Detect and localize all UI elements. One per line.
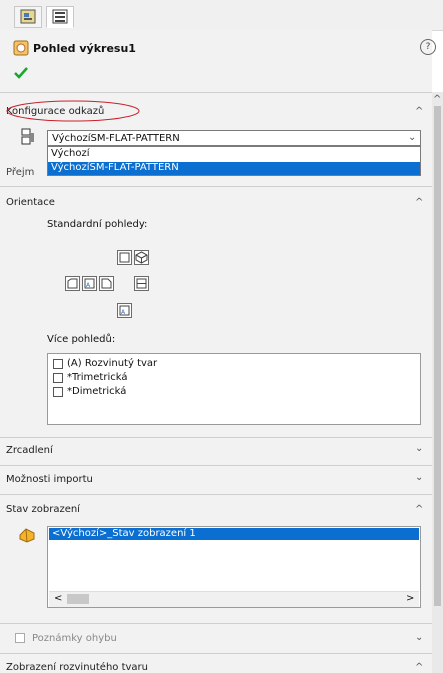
list-item: (A) Rozvinutý tvar: [67, 358, 158, 369]
section-title-rename[interactable]: Přejm: [6, 167, 34, 178]
scrollbar-thumb[interactable]: [67, 594, 89, 604]
drawing-view-icon: [13, 40, 29, 56]
more-views-list[interactable]: (A) Rozvinutý tvar *Trimetrická *Dimetri…: [47, 353, 421, 425]
configuration-icon: [21, 128, 34, 145]
section-title-bend-notes[interactable]: Poznámky ohybu: [32, 633, 117, 644]
right-view-icon: [101, 278, 112, 289]
chevron-down-icon[interactable]: ⌄: [415, 472, 423, 483]
checkbox[interactable]: [53, 373, 63, 383]
list-item-selected[interactable]: <Výchozí>_Stav zobrazení 1: [49, 528, 419, 540]
view-front-button[interactable]: A: [82, 276, 97, 291]
scroll-left-icon[interactable]: <: [54, 593, 62, 604]
left-view-icon: [67, 278, 78, 289]
configuration-combo[interactable]: VýchozíSM-FLAT-PATTERN ⌄: [47, 130, 421, 146]
dropdown-option[interactable]: Výchozí: [48, 148, 420, 161]
dropdown-option-label: Výchozí: [51, 148, 90, 159]
checkbox[interactable]: [53, 359, 63, 369]
view-top-button[interactable]: A: [117, 303, 132, 318]
display-state-list[interactable]: <Výchozí>_Stav zobrazení 1 < >: [47, 526, 421, 608]
feature-tree-icon: [20, 9, 36, 24]
tab-property-manager[interactable]: [46, 6, 74, 28]
scrollbar-thumb[interactable]: [434, 106, 441, 606]
front-view-icon: A: [84, 278, 95, 289]
section-title-orientation[interactable]: Orientace: [6, 197, 55, 208]
view-left-button[interactable]: [65, 276, 80, 291]
list-item: *Dimetrická: [67, 386, 127, 397]
scroll-up-icon[interactable]: ^: [433, 94, 441, 105]
horizontal-scrollbar[interactable]: < >: [49, 591, 419, 607]
section-title-mirror[interactable]: Zrcadlení: [6, 445, 53, 456]
checkbox[interactable]: [53, 387, 63, 397]
chevron-down-icon[interactable]: ⌄: [415, 443, 423, 454]
red-annotation-ellipse: [6, 100, 140, 122]
section-title-flat-pattern-display[interactable]: Zobrazení rozvinutého tvaru: [6, 662, 148, 673]
divider: [0, 186, 432, 187]
scroll-right-icon[interactable]: >: [406, 593, 414, 604]
divider: [0, 437, 432, 438]
collapse-chevron-icon[interactable]: ^: [415, 662, 423, 673]
more-views-label: Více pohledů:: [47, 334, 116, 345]
divider: [0, 623, 432, 624]
dropdown-option-selected[interactable]: VýchozíSM-FLAT-PATTERN: [48, 162, 420, 175]
divider: [0, 465, 432, 466]
chevron-down-icon[interactable]: ⌄: [415, 632, 423, 643]
help-button[interactable]: ?: [420, 39, 436, 55]
list-item-label: <Výchozí>_Stav zobrazení 1: [52, 528, 196, 539]
divider: [0, 92, 432, 93]
section-title-import-options[interactable]: Možnosti importu: [6, 474, 93, 485]
isometric-view-icon: [135, 251, 148, 264]
view-isometric-button[interactable]: [134, 250, 149, 265]
configuration-dropdown-list[interactable]: Výchozí VýchozíSM-FLAT-PATTERN: [47, 146, 421, 176]
dropdown-option-label: VýchozíSM-FLAT-PATTERN: [51, 162, 179, 173]
list-item: *Trimetrická: [67, 372, 128, 383]
collapse-chevron-icon[interactable]: ^: [415, 106, 423, 117]
top-view-icon: A: [119, 305, 130, 316]
bend-notes-checkbox[interactable]: [15, 633, 25, 643]
divider: [0, 494, 432, 495]
bottom-view-icon: [136, 278, 147, 289]
help-icon: ?: [425, 42, 431, 52]
view-right-button[interactable]: [99, 276, 114, 291]
view-back-button[interactable]: [117, 250, 132, 265]
collapse-chevron-icon[interactable]: ^: [415, 197, 423, 208]
panel-tab-bar: [0, 0, 443, 31]
ok-checkmark-icon[interactable]: [13, 66, 29, 80]
divider: [0, 653, 432, 654]
combo-value: VýchozíSM-FLAT-PATTERN: [52, 133, 180, 144]
display-state-icon: [19, 528, 35, 543]
chevron-down-icon: ⌄: [408, 132, 417, 143]
collapse-chevron-icon[interactable]: ^: [415, 504, 423, 515]
property-list-icon: [52, 9, 68, 24]
page-title: Pohled výkresu1: [33, 42, 136, 55]
standard-views-label: Standardní pohledy:: [47, 219, 148, 230]
tab-feature-manager[interactable]: [14, 6, 42, 28]
view-bottom-button[interactable]: [134, 276, 149, 291]
back-view-icon: [119, 252, 130, 263]
section-title-display-state[interactable]: Stav zobrazení: [6, 504, 80, 515]
